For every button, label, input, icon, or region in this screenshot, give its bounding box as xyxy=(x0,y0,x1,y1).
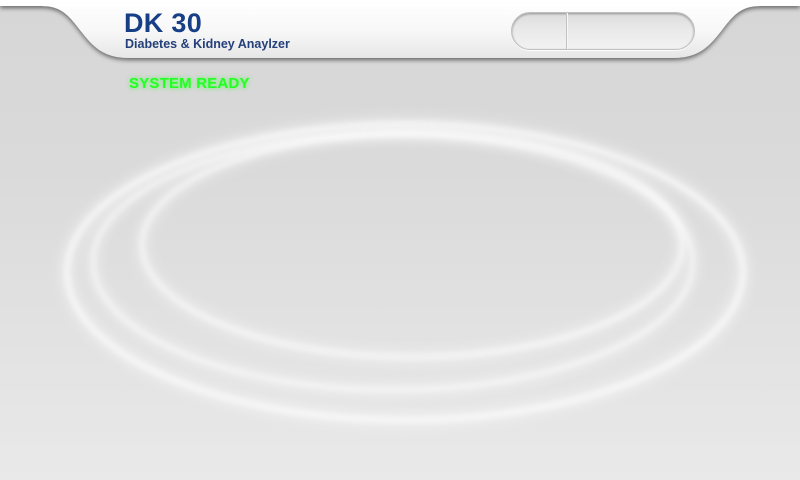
middle-ring xyxy=(89,130,697,394)
inner-ring xyxy=(137,128,687,362)
outer-ring xyxy=(62,119,748,425)
decorative-rings xyxy=(62,119,748,425)
